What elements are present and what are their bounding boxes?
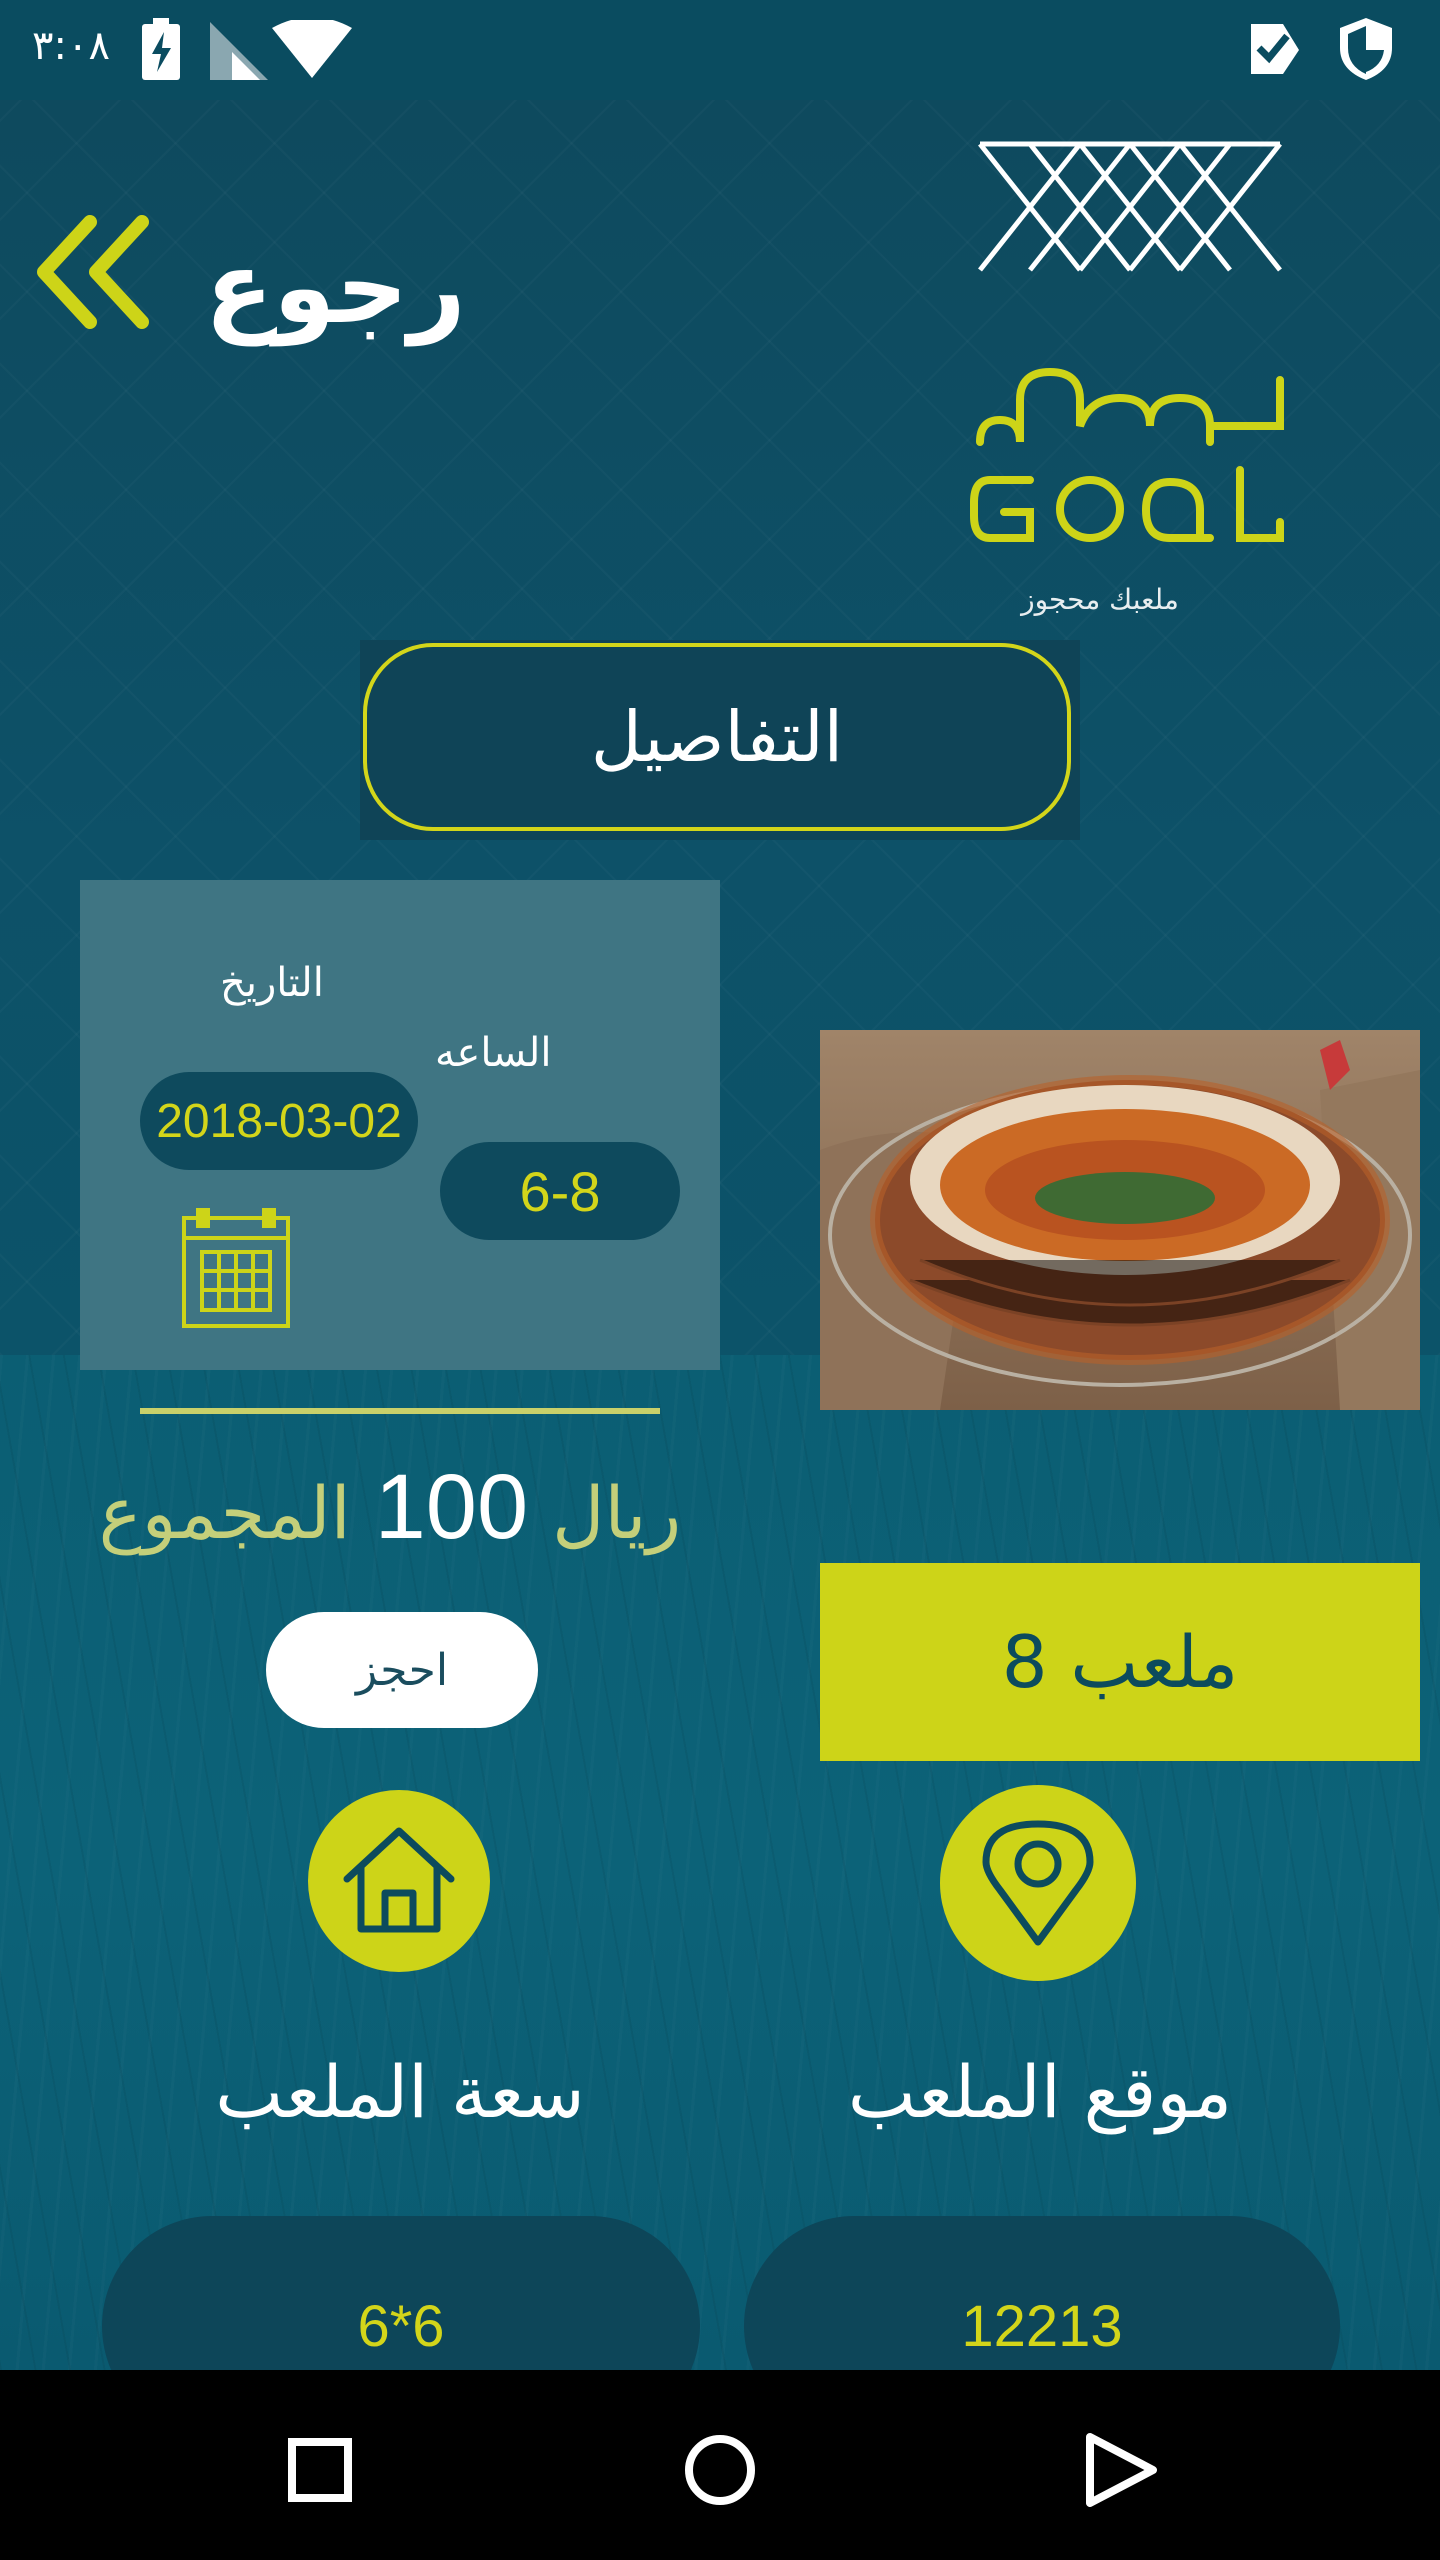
shield-icon: [1340, 18, 1392, 80]
time-value: 6-8: [440, 1142, 680, 1240]
wifi-icon: [272, 20, 352, 78]
capacity-button[interactable]: [308, 1790, 490, 1972]
total-amount: 100: [374, 1456, 529, 1558]
details-label: التفاصيل: [363, 643, 1071, 831]
back-label: رجوع: [205, 229, 466, 346]
goal-net-logo-icon: [970, 141, 1284, 542]
double-chevron-left-icon: [37, 215, 149, 329]
back-triangle-icon[interactable]: [1075, 2425, 1165, 2515]
signal-icon: [210, 22, 268, 80]
navigation-bar: [0, 2370, 1440, 2560]
capacity-title: سعة الملعب: [215, 2050, 585, 2134]
app-logo: [960, 130, 1300, 570]
battery-charging-icon: [142, 18, 180, 80]
total-currency: ريال: [552, 1471, 682, 1555]
book-button[interactable]: احجز: [266, 1612, 538, 1728]
total-label: المجموع: [98, 1471, 351, 1555]
calendar-icon[interactable]: [180, 1208, 292, 1330]
stadium-photo: [820, 1030, 1420, 1410]
location-title: موقع الملعب: [847, 2050, 1233, 2134]
total-price: ريال 100 المجموع: [70, 1455, 710, 1585]
divider: [140, 1408, 660, 1414]
booking-details-screen: ٣:٠٨ رجوع ملعبك محجوز التفاصيل التاريخ ا…: [0, 0, 1440, 2560]
status-time: ٣:٠٨: [32, 23, 110, 69]
location-button[interactable]: [940, 1785, 1136, 1981]
date-label: التاريخ: [220, 960, 324, 1006]
stadium-image: [820, 1030, 1420, 1410]
date-value: 2018-03-02: [140, 1072, 418, 1170]
recents-square-icon[interactable]: [275, 2425, 365, 2515]
field-name: ملعب 8: [820, 1563, 1420, 1761]
home-circle-icon[interactable]: [675, 2425, 765, 2515]
status-bar: ٣:٠٨: [0, 0, 1440, 100]
logo-tagline: ملعبك محجوز: [1021, 583, 1179, 616]
back-button[interactable]: رجوع: [30, 210, 466, 360]
location-pin-icon: [982, 1820, 1094, 1946]
time-label: الساعه: [435, 1030, 552, 1076]
check-badge-icon: [1251, 24, 1299, 74]
date-time-card: التاريخ الساعه 2018-03-02 6-8: [80, 880, 720, 1370]
details-button[interactable]: التفاصيل: [360, 640, 1080, 840]
home-icon: [343, 1827, 455, 1933]
